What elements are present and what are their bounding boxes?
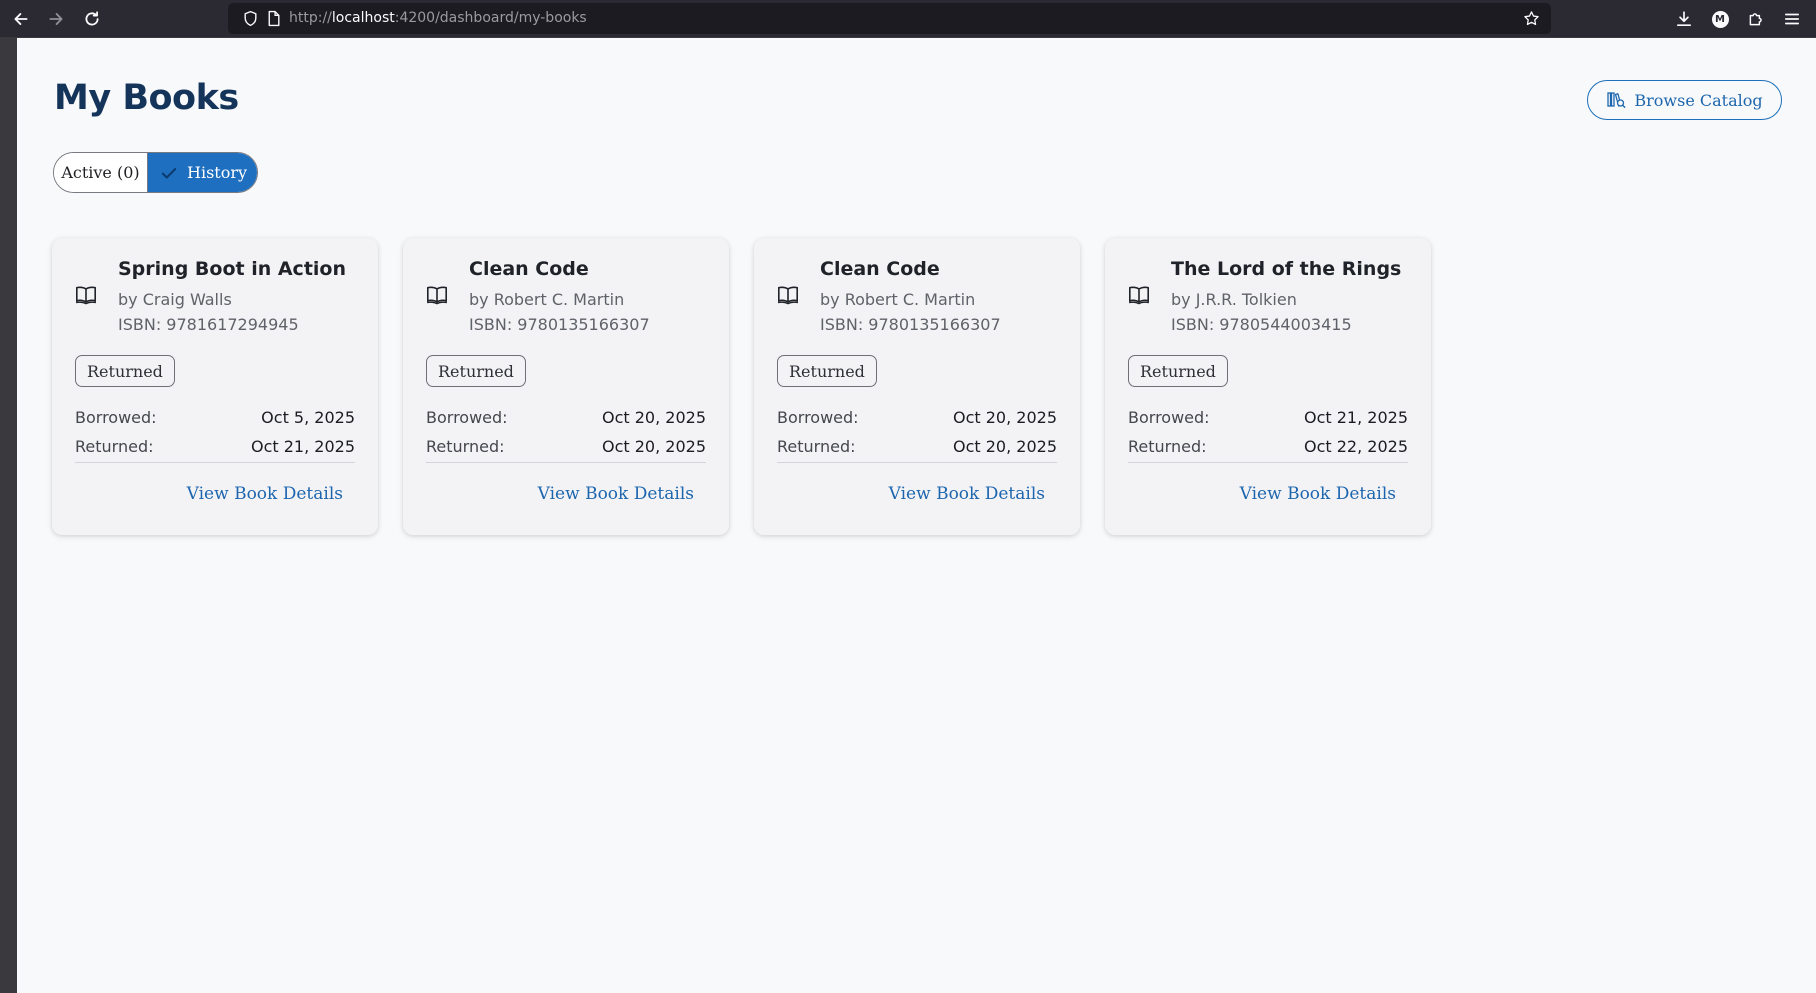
check-icon bbox=[161, 167, 177, 179]
app-menu-button[interactable] bbox=[1780, 7, 1804, 31]
divider bbox=[1128, 462, 1408, 463]
book-title: Spring Boot in Action bbox=[118, 258, 346, 280]
downloads-button[interactable] bbox=[1672, 7, 1696, 31]
avatar: M bbox=[1711, 10, 1729, 28]
book-title: The Lord of the Rings bbox=[1171, 258, 1402, 280]
borrowed-row: Borrowed: Oct 20, 2025 bbox=[777, 408, 1057, 427]
returned-date: Oct 22, 2025 bbox=[1304, 437, 1408, 456]
profile-button[interactable]: M bbox=[1708, 7, 1732, 31]
shield-icon[interactable] bbox=[242, 10, 259, 27]
book-isbn: ISBN: 9781617294945 bbox=[118, 315, 299, 334]
borrowed-label: Borrowed: bbox=[1128, 408, 1210, 427]
page-viewport: My Books Browse Catalog Active (0) Histo… bbox=[17, 38, 1816, 993]
borrowed-label: Borrowed: bbox=[426, 408, 508, 427]
star-icon[interactable] bbox=[1523, 10, 1540, 27]
book-card: Spring Boot in Action by Craig Walls ISB… bbox=[52, 238, 378, 535]
browser-toolbar: http://localhost:4200/dashboard/my-books… bbox=[0, 0, 1816, 37]
borrowed-date: Oct 20, 2025 bbox=[602, 408, 706, 427]
borrowed-label: Borrowed: bbox=[75, 408, 157, 427]
page-icon bbox=[268, 10, 280, 27]
book-title: Clean Code bbox=[820, 258, 940, 280]
address-bar[interactable]: http://localhost:4200/dashboard/my-books bbox=[228, 3, 1551, 34]
book-isbn: ISBN: 9780135166307 bbox=[469, 315, 650, 334]
returned-label: Returned: bbox=[75, 437, 154, 456]
url-text[interactable]: http://localhost:4200/dashboard/my-books bbox=[289, 10, 587, 26]
open-book-icon bbox=[778, 286, 798, 305]
open-book-icon bbox=[76, 286, 96, 305]
returned-label: Returned: bbox=[1128, 437, 1207, 456]
download-icon bbox=[1676, 11, 1692, 27]
view-book-details-link[interactable]: View Book Details bbox=[1240, 484, 1396, 504]
tab-history-label: History bbox=[187, 163, 248, 182]
returned-date: Oct 21, 2025 bbox=[251, 437, 355, 456]
book-author: by Robert C. Martin bbox=[469, 290, 625, 309]
arrow-right-icon bbox=[49, 13, 63, 25]
book-isbn: ISBN: 9780544003415 bbox=[1171, 315, 1352, 334]
borrowed-date: Oct 20, 2025 bbox=[953, 408, 1057, 427]
book-card: Clean Code by Robert C. Martin ISBN: 978… bbox=[754, 238, 1080, 535]
divider bbox=[75, 462, 355, 463]
status-badge: Returned bbox=[426, 355, 526, 387]
book-card-list: Spring Boot in Action by Craig Walls ISB… bbox=[52, 238, 1431, 535]
book-card: Clean Code by Robert C. Martin ISBN: 978… bbox=[403, 238, 729, 535]
borrowed-label: Borrowed: bbox=[777, 408, 859, 427]
view-book-details-link[interactable]: View Book Details bbox=[889, 484, 1045, 504]
borrowed-date: Oct 5, 2025 bbox=[261, 408, 355, 427]
book-card: The Lord of the Rings by J.R.R. Tolkien … bbox=[1105, 238, 1431, 535]
returned-row: Returned: Oct 22, 2025 bbox=[1128, 437, 1408, 456]
back-button[interactable] bbox=[9, 7, 33, 31]
view-toggle: Active (0) History bbox=[53, 152, 258, 193]
url-prefix: http:// bbox=[289, 10, 332, 26]
borrowed-row: Borrowed: Oct 20, 2025 bbox=[426, 408, 706, 427]
reload-icon bbox=[85, 11, 99, 26]
browse-catalog-button[interactable]: Browse Catalog bbox=[1587, 80, 1782, 120]
status-badge: Returned bbox=[75, 355, 175, 387]
page-title: My Books bbox=[54, 78, 239, 118]
catalog-icon bbox=[1607, 92, 1626, 108]
status-badge: Returned bbox=[1128, 355, 1228, 387]
view-book-details-link[interactable]: View Book Details bbox=[187, 484, 343, 504]
book-author: by J.R.R. Tolkien bbox=[1171, 290, 1297, 309]
arrow-left-icon bbox=[14, 13, 28, 25]
hamburger-menu-icon bbox=[1784, 13, 1800, 25]
returned-row: Returned: Oct 20, 2025 bbox=[777, 437, 1057, 456]
puzzle-icon bbox=[1749, 13, 1762, 26]
tab-history[interactable]: History bbox=[148, 153, 257, 192]
book-isbn: ISBN: 9780135166307 bbox=[820, 315, 1001, 334]
borrowed-row: Borrowed: Oct 5, 2025 bbox=[75, 408, 355, 427]
book-author: by Robert C. Martin bbox=[820, 290, 976, 309]
url-host: localhost bbox=[331, 10, 395, 26]
returned-date: Oct 20, 2025 bbox=[953, 437, 1057, 456]
returned-row: Returned: Oct 20, 2025 bbox=[426, 437, 706, 456]
forward-button[interactable] bbox=[44, 7, 68, 31]
borrowed-row: Borrowed: Oct 21, 2025 bbox=[1128, 408, 1408, 427]
extensions-button[interactable] bbox=[1744, 7, 1768, 31]
tab-active[interactable]: Active (0) bbox=[54, 153, 148, 192]
browse-catalog-label: Browse Catalog bbox=[1634, 90, 1763, 110]
returned-date: Oct 20, 2025 bbox=[602, 437, 706, 456]
book-title: Clean Code bbox=[469, 258, 589, 280]
status-badge: Returned bbox=[777, 355, 877, 387]
reload-button[interactable] bbox=[80, 7, 104, 31]
divider bbox=[777, 462, 1057, 463]
open-book-icon bbox=[427, 286, 447, 305]
returned-label: Returned: bbox=[426, 437, 505, 456]
returned-label: Returned: bbox=[777, 437, 856, 456]
view-book-details-link[interactable]: View Book Details bbox=[538, 484, 694, 504]
divider bbox=[426, 462, 706, 463]
book-author: by Craig Walls bbox=[118, 290, 232, 309]
open-book-icon bbox=[1129, 286, 1149, 305]
returned-row: Returned: Oct 21, 2025 bbox=[75, 437, 355, 456]
tab-active-label: Active (0) bbox=[61, 163, 140, 182]
borrowed-date: Oct 21, 2025 bbox=[1304, 408, 1408, 427]
url-path: :4200/dashboard/my-books bbox=[394, 10, 587, 26]
